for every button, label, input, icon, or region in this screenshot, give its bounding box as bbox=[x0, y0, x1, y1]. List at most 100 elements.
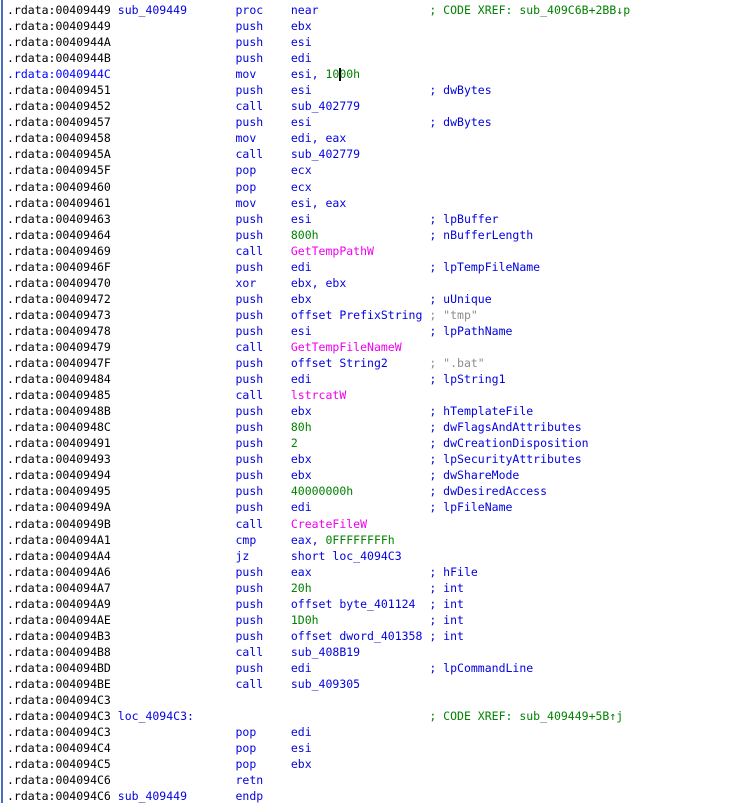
mnemonic[interactable]: push bbox=[235, 451, 263, 467]
mnemonic[interactable]: push bbox=[235, 564, 263, 580]
operands[interactable]: edi bbox=[291, 50, 312, 66]
address[interactable]: .rdata:00409460 bbox=[7, 179, 111, 195]
address[interactable]: .rdata:0040944A bbox=[7, 34, 111, 50]
mnemonic[interactable]: call bbox=[235, 676, 263, 692]
operand-token-b[interactable]: eax, bbox=[291, 533, 326, 547]
operands[interactable]: 40000000h bbox=[291, 483, 353, 499]
operands[interactable]: esi bbox=[291, 34, 312, 50]
mnemonic[interactable]: push bbox=[235, 114, 263, 130]
address[interactable]: .rdata:004094C4 bbox=[7, 740, 111, 756]
mnemonic[interactable]: push bbox=[235, 34, 263, 50]
address[interactable]: .rdata:0040947F bbox=[7, 355, 111, 371]
operand-token-b[interactable]: ecx bbox=[291, 180, 312, 194]
mnemonic[interactable]: endp bbox=[235, 788, 263, 804]
operand-token-b[interactable]: esi, bbox=[291, 67, 326, 81]
mnemonic[interactable]: push bbox=[235, 323, 263, 339]
operand-token-b[interactable]: esi bbox=[291, 212, 312, 226]
mnemonic[interactable]: mov bbox=[235, 195, 256, 211]
operands[interactable]: ebx bbox=[291, 291, 312, 307]
address[interactable]: .rdata:00409452 bbox=[7, 98, 111, 114]
operand-token-b[interactable]: sub_402779 bbox=[291, 147, 360, 161]
operand-token-g[interactable]: 1000h bbox=[325, 67, 360, 81]
mnemonic[interactable]: push bbox=[235, 435, 263, 451]
mnemonic[interactable]: push bbox=[235, 259, 263, 275]
operands[interactable]: ebx bbox=[291, 403, 312, 419]
operand-token-b[interactable]: sub_402779 bbox=[291, 99, 360, 113]
operands[interactable]: ecx bbox=[291, 162, 312, 178]
mnemonic[interactable]: pop bbox=[235, 179, 256, 195]
operand-token-g[interactable]: 2 bbox=[291, 436, 298, 450]
address[interactable]: .rdata:00409491 bbox=[7, 435, 111, 451]
operands[interactable]: esi bbox=[291, 323, 312, 339]
address[interactable]: .rdata:004094C3 bbox=[7, 708, 111, 724]
mnemonic[interactable]: xor bbox=[235, 275, 256, 291]
operands[interactable]: edi bbox=[291, 660, 312, 676]
operands[interactable]: eax, 0FFFFFFFFh bbox=[291, 532, 395, 548]
operand-token-m[interactable]: GetTempFileNameW bbox=[291, 340, 402, 354]
operands[interactable]: 80h bbox=[291, 419, 312, 435]
address[interactable]: .rdata:004094B3 bbox=[7, 628, 111, 644]
mnemonic[interactable]: push bbox=[235, 660, 263, 676]
address[interactable]: .rdata:004094C6 bbox=[7, 772, 111, 788]
mnemonic[interactable]: push bbox=[235, 596, 263, 612]
address[interactable]: .rdata:0040946F bbox=[7, 259, 111, 275]
label-name[interactable]: sub_409449 bbox=[118, 2, 187, 18]
address[interactable]: .rdata:00409449 bbox=[7, 18, 111, 34]
operand-token-b[interactable]: offset byte_401124 bbox=[291, 597, 416, 611]
operands[interactable]: ebx, ebx bbox=[291, 275, 346, 291]
operand-token-b[interactable]: esi bbox=[291, 35, 312, 49]
address[interactable]: .rdata:004094AE bbox=[7, 612, 111, 628]
operand-token-b[interactable]: ebx, ebx bbox=[291, 276, 346, 290]
address[interactable]: .rdata:00409469 bbox=[7, 243, 111, 259]
operand-token-m[interactable]: GetTempPathW bbox=[291, 244, 374, 258]
operand-token-b[interactable]: short loc_4094C3 bbox=[291, 549, 402, 563]
operand-token-b[interactable]: edi bbox=[291, 661, 312, 675]
operand-token-b[interactable]: edi bbox=[291, 51, 312, 65]
address[interactable]: .rdata:00409478 bbox=[7, 323, 111, 339]
operands[interactable]: lstrcatW bbox=[291, 387, 346, 403]
operands[interactable]: edi bbox=[291, 371, 312, 387]
mnemonic[interactable]: push bbox=[235, 371, 263, 387]
address[interactable]: .rdata:00409470 bbox=[7, 275, 111, 291]
address[interactable]: .rdata:004094BE bbox=[7, 676, 111, 692]
operands[interactable]: ebx bbox=[291, 451, 312, 467]
operands[interactable]: esi bbox=[291, 211, 312, 227]
address-current[interactable]: .rdata:0040944C bbox=[7, 66, 111, 82]
mnemonic[interactable]: pop bbox=[235, 740, 256, 756]
operand-token-g[interactable]: 1D0h bbox=[291, 613, 319, 627]
operands[interactable]: sub_409305 bbox=[291, 676, 360, 692]
operand-token-b[interactable]: ebx bbox=[291, 19, 312, 33]
operand-token-b[interactable]: edi bbox=[291, 372, 312, 386]
address[interactable]: .rdata:00409484 bbox=[7, 371, 111, 387]
operand-token-b[interactable]: ecx bbox=[291, 163, 312, 177]
operands[interactable]: sub_402779 bbox=[291, 98, 360, 114]
address[interactable]: .rdata:004094A4 bbox=[7, 548, 111, 564]
operands[interactable]: 2 bbox=[291, 435, 298, 451]
address[interactable]: .rdata:00409472 bbox=[7, 291, 111, 307]
operands[interactable]: esi, eax bbox=[291, 195, 346, 211]
mnemonic[interactable]: push bbox=[235, 291, 263, 307]
operands[interactable]: eax bbox=[291, 564, 312, 580]
operands[interactable]: edi bbox=[291, 499, 312, 515]
mnemonic[interactable]: cmp bbox=[235, 532, 256, 548]
address[interactable]: .rdata:004094A1 bbox=[7, 532, 111, 548]
mnemonic[interactable]: push bbox=[235, 628, 263, 644]
operands[interactable]: 1D0h bbox=[291, 612, 319, 628]
operand-token-b[interactable]: edi bbox=[291, 260, 312, 274]
operands[interactable]: near bbox=[291, 2, 319, 18]
mnemonic[interactable]: push bbox=[235, 18, 263, 34]
mnemonic[interactable]: pop bbox=[235, 756, 256, 772]
operands[interactable]: esi bbox=[291, 740, 312, 756]
operand-token-b[interactable]: edi bbox=[291, 500, 312, 514]
operand-token-b[interactable]: sub_408B19 bbox=[291, 645, 360, 659]
operands[interactable]: ebx bbox=[291, 18, 312, 34]
mnemonic[interactable]: pop bbox=[235, 724, 256, 740]
address[interactable]: .rdata:004094A6 bbox=[7, 564, 111, 580]
mnemonic[interactable]: push bbox=[235, 499, 263, 515]
mnemonic[interactable]: push bbox=[235, 419, 263, 435]
mnemonic[interactable]: call bbox=[235, 98, 263, 114]
address[interactable]: .rdata:004094C6 bbox=[7, 788, 111, 804]
address[interactable]: .rdata:00409493 bbox=[7, 451, 111, 467]
address[interactable]: .rdata:004094C3 bbox=[7, 692, 111, 708]
operand-token-b[interactable]: offset String2 bbox=[291, 356, 388, 370]
